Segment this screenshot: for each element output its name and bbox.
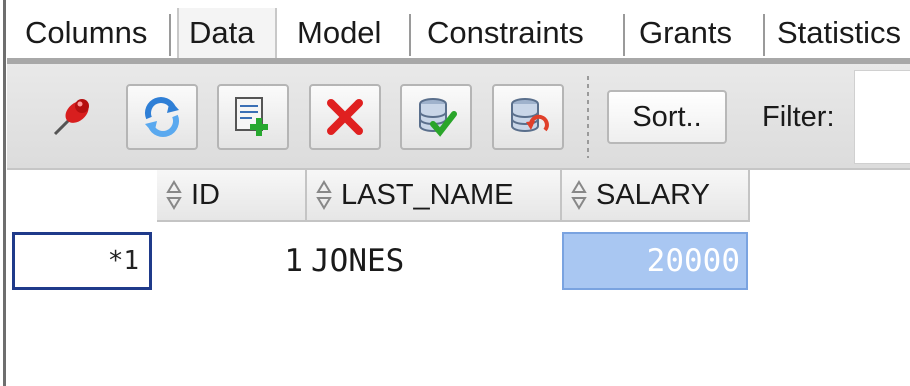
tab-data[interactable]: Data <box>177 8 277 58</box>
tab-statistics[interactable]: Statistics <box>767 8 910 58</box>
tab-bar: Columns Data Model Constraints Grants St… <box>7 0 910 58</box>
tab-model[interactable]: Model <box>287 8 411 58</box>
rollback-button[interactable] <box>492 84 564 150</box>
cell-id[interactable]: 1 <box>157 232 303 290</box>
delete-row-icon <box>327 99 363 135</box>
data-toolbar: Sort.. Filter: <box>7 64 910 170</box>
tab-constraints[interactable]: Constraints <box>417 8 625 58</box>
pin-icon[interactable] <box>47 92 97 142</box>
commit-icon <box>419 98 457 137</box>
sort-arrows-icon <box>315 180 333 210</box>
insert-row-icon <box>235 97 268 136</box>
refresh-icon <box>145 97 179 137</box>
toolbar-separator <box>587 76 589 158</box>
tab-label: Constraints <box>427 15 584 50</box>
tab-label: Statistics <box>777 15 902 50</box>
column-header-label: SALARY <box>596 179 710 211</box>
cell-last-name[interactable]: JONES <box>311 232 561 290</box>
column-header-label: ID <box>191 179 220 211</box>
row-header[interactable]: *1 <box>12 232 152 290</box>
sort-arrows-icon <box>570 180 588 210</box>
tab-label: Data <box>189 15 255 50</box>
tab-label: Columns <box>25 15 148 50</box>
filter-input[interactable] <box>854 70 910 164</box>
filter-label: Filter: <box>762 101 835 133</box>
commit-button[interactable] <box>400 84 472 150</box>
cell-salary[interactable]: 20000 <box>562 232 748 290</box>
insert-row-button[interactable] <box>217 84 289 150</box>
tab-grants[interactable]: Grants <box>629 8 765 58</box>
tab-columns[interactable]: Columns <box>15 8 171 58</box>
sort-arrows-icon <box>165 180 183 210</box>
refresh-button[interactable] <box>126 84 198 150</box>
left-panel-border <box>0 0 7 386</box>
tab-label: Grants <box>639 15 733 50</box>
rollback-icon <box>511 98 549 132</box>
delete-row-button[interactable] <box>309 84 381 150</box>
column-header-id[interactable]: ID <box>157 170 307 222</box>
column-header-salary[interactable]: SALARY <box>562 170 750 222</box>
column-header-last-name[interactable]: LAST_NAME <box>307 170 562 222</box>
sort-button[interactable]: Sort.. <box>607 90 727 144</box>
column-header-label: LAST_NAME <box>341 179 514 211</box>
tab-label: Model <box>297 15 382 50</box>
